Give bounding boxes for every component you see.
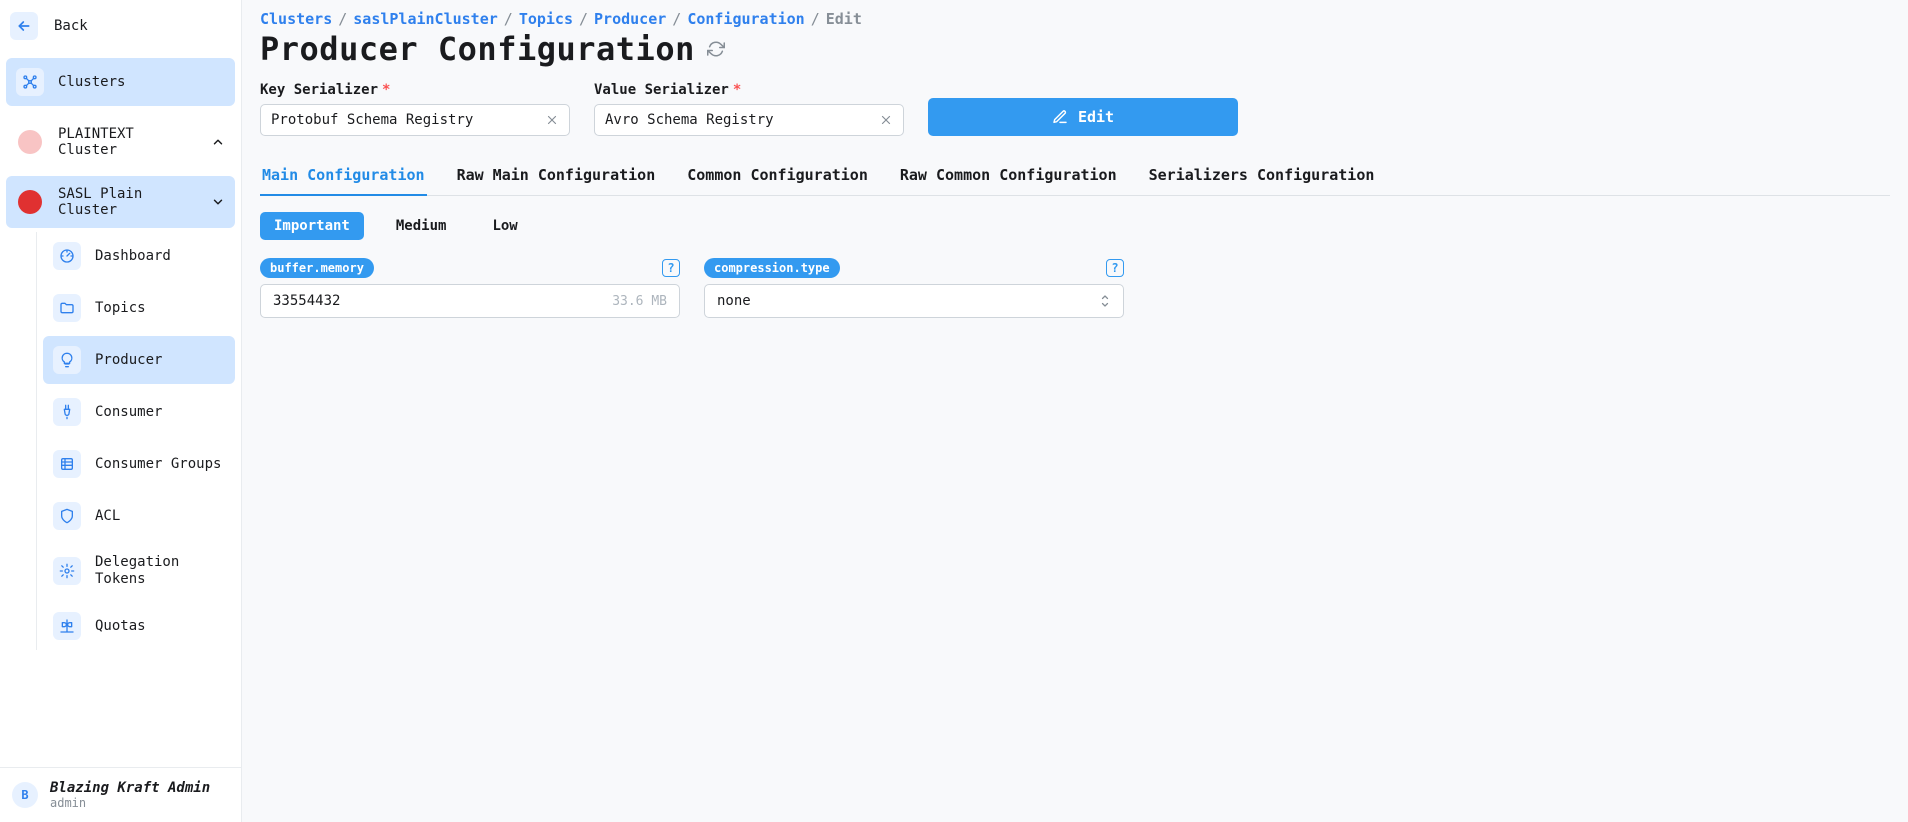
- sidebar-item-label: Dashboard: [95, 248, 171, 264]
- select-value: Avro Schema Registry: [605, 112, 774, 128]
- avatar: B: [12, 782, 38, 808]
- breadcrumb-sep: /: [338, 10, 347, 28]
- consumer-groups-icon: [53, 450, 81, 478]
- topics-icon: [53, 294, 81, 322]
- quotas-icon: [53, 612, 81, 640]
- config-card-buffer-memory: buffer.memory ? 33554432 33.6 MB: [260, 258, 680, 318]
- sidebar-item-topics[interactable]: Topics: [43, 284, 235, 332]
- producer-icon: [53, 346, 81, 374]
- sidebar-item-label: ACL: [95, 508, 120, 524]
- breadcrumb-sep: /: [811, 10, 820, 28]
- breadcrumb-sep: /: [672, 10, 681, 28]
- key-serializer-select[interactable]: Protobuf Schema Registry: [260, 104, 570, 136]
- edit-button-label: Edit: [1078, 108, 1114, 126]
- main-content: Clusters / saslPlainCluster / Topics / P…: [242, 0, 1908, 822]
- clear-icon[interactable]: [879, 113, 893, 127]
- buffer-memory-input[interactable]: 33554432 33.6 MB: [260, 284, 680, 318]
- breadcrumb-producer[interactable]: Producer: [594, 10, 666, 28]
- help-icon[interactable]: ?: [1106, 259, 1124, 277]
- sidebar-item-label: PLAINTEXT Cluster: [58, 126, 197, 158]
- config-tabs: Main Configuration Raw Main Configuratio…: [260, 158, 1890, 196]
- clusters-icon: [16, 68, 44, 96]
- breadcrumb-clusters[interactable]: Clusters: [260, 10, 332, 28]
- field-value-serializer: Value Serializer* Avro Schema Registry: [594, 82, 904, 136]
- status-dot-icon: [16, 128, 44, 156]
- help-icon[interactable]: ?: [662, 259, 680, 277]
- select-value: Protobuf Schema Registry: [271, 112, 473, 128]
- select-chevrons-icon: [1099, 293, 1111, 309]
- tokens-icon: [53, 557, 81, 585]
- pencil-icon: [1052, 109, 1068, 125]
- config-card-compression-type: compression.type ? none: [704, 258, 1124, 318]
- sidebar-item-sasl-cluster[interactable]: SASL Plain Cluster: [6, 176, 235, 228]
- sidebar-item-consumer-groups[interactable]: Consumer Groups: [43, 440, 235, 488]
- sidebar-item-label: Quotas: [95, 618, 146, 634]
- compression-type-select[interactable]: none: [704, 284, 1124, 318]
- breadcrumb-topics[interactable]: Topics: [519, 10, 573, 28]
- required-marker: *: [382, 82, 390, 98]
- breadcrumb: Clusters / saslPlainCluster / Topics / P…: [260, 10, 1890, 28]
- sidebar-nav: Clusters PLAINTEXT Cluster SASL Plain Cl…: [0, 58, 241, 767]
- sidebar-item-producer[interactable]: Producer: [43, 336, 235, 384]
- shield-icon: [53, 502, 81, 530]
- dashboard-icon: [53, 242, 81, 270]
- sidebar-item-label: Consumer: [95, 404, 162, 420]
- value-serializer-select[interactable]: Avro Schema Registry: [594, 104, 904, 136]
- sidebar-item-quotas[interactable]: Quotas: [43, 602, 235, 650]
- breadcrumb-cluster-code[interactable]: saslPlainCluster: [353, 10, 498, 28]
- config-value-human: 33.6 MB: [612, 294, 667, 309]
- user-name: Blazing Kraft Admin: [50, 780, 210, 796]
- sidebar-item-acl[interactable]: ACL: [43, 492, 235, 540]
- chevron-up-icon: [211, 135, 225, 149]
- importance-filter: Important Medium Low: [260, 212, 1890, 240]
- reload-icon[interactable]: [707, 40, 725, 58]
- back-label: Back: [54, 18, 88, 34]
- config-value: none: [717, 293, 751, 309]
- tab-main-config[interactable]: Main Configuration: [260, 158, 427, 196]
- sidebar-item-label: SASL Plain Cluster: [58, 186, 197, 218]
- breadcrumb-sep: /: [579, 10, 588, 28]
- sidebar-item-label: Delegation Tokens: [95, 554, 225, 588]
- tab-raw-main-config[interactable]: Raw Main Configuration: [455, 158, 658, 195]
- arrow-left-icon: [10, 12, 38, 40]
- clear-icon[interactable]: [545, 113, 559, 127]
- breadcrumb-sep: /: [504, 10, 513, 28]
- subnav: Dashboard Topics Producer Consumer: [36, 232, 235, 650]
- required-marker: *: [733, 82, 741, 98]
- sidebar-item-consumer[interactable]: Consumer: [43, 388, 235, 436]
- pill-medium[interactable]: Medium: [382, 212, 461, 240]
- consumer-icon: [53, 398, 81, 426]
- breadcrumb-current: Edit: [826, 10, 862, 28]
- sidebar-item-clusters[interactable]: Clusters: [6, 58, 235, 106]
- chevron-down-icon: [211, 195, 225, 209]
- tab-raw-common-config[interactable]: Raw Common Configuration: [898, 158, 1119, 195]
- pill-important[interactable]: Important: [260, 212, 364, 240]
- config-value: 33554432: [273, 293, 340, 309]
- status-dot-icon: [16, 188, 44, 216]
- sidebar-item-label: Clusters: [58, 74, 125, 90]
- tab-serializers-config[interactable]: Serializers Configuration: [1147, 158, 1377, 195]
- sidebar-item-label: Producer: [95, 352, 162, 368]
- sidebar-item-dashboard[interactable]: Dashboard: [43, 232, 235, 280]
- config-key-chip: compression.type: [704, 258, 840, 278]
- field-key-serializer: Key Serializer* Protobuf Schema Registry: [260, 82, 570, 136]
- sidebar-item-delegation-tokens[interactable]: Delegation Tokens: [43, 544, 235, 598]
- sidebar: Back Clusters PLAINTEXT Cluster SASL Pla…: [0, 0, 242, 822]
- tab-common-config[interactable]: Common Configuration: [685, 158, 870, 195]
- config-key-chip: buffer.memory: [260, 258, 374, 278]
- breadcrumb-configuration[interactable]: Configuration: [687, 10, 804, 28]
- sidebar-item-label: Consumer Groups: [95, 456, 221, 472]
- page-title: Producer Configuration: [260, 30, 695, 68]
- field-label: Value Serializer*: [594, 82, 904, 98]
- field-label: Key Serializer*: [260, 82, 570, 98]
- user-role: admin: [50, 796, 210, 810]
- pill-low[interactable]: Low: [478, 212, 531, 240]
- user-profile[interactable]: B Blazing Kraft Admin admin: [0, 767, 241, 822]
- edit-button[interactable]: Edit: [928, 98, 1238, 136]
- back-button[interactable]: Back: [0, 0, 241, 58]
- sidebar-item-plaintext-cluster[interactable]: PLAINTEXT Cluster: [6, 116, 235, 168]
- sidebar-item-label: Topics: [95, 300, 146, 316]
